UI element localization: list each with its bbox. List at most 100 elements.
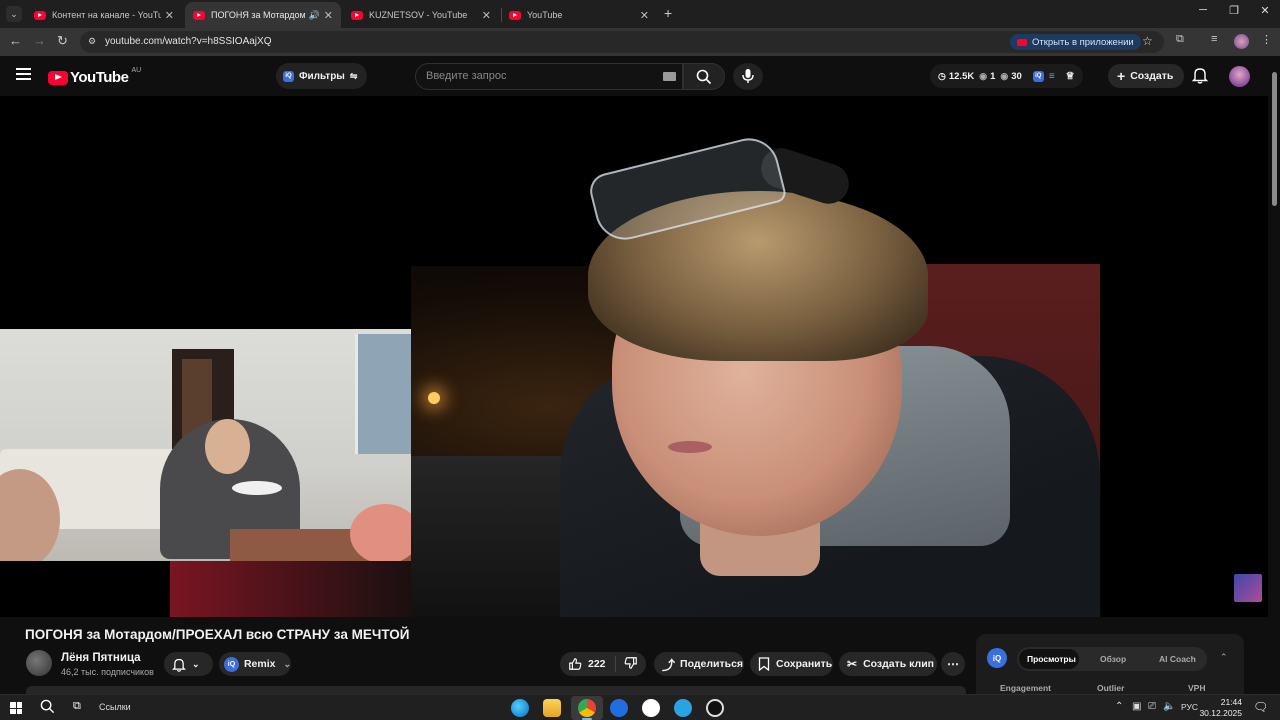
- clip-label: Создать клип: [863, 658, 935, 670]
- tab-search-button[interactable]: ⌄: [6, 6, 22, 22]
- close-tab-icon[interactable]: ✕: [165, 9, 174, 22]
- browser-tab-youtube[interactable]: YouTube ✕: [501, 2, 657, 28]
- save-button[interactable]: Сохранить: [750, 652, 833, 676]
- youtube-logo[interactable]: YouTube AU: [48, 67, 141, 86]
- collapse-panel-icon[interactable]: ⌃: [1220, 652, 1228, 663]
- youtube-play-icon: [48, 70, 68, 85]
- forward-arrow-icon[interactable]: →: [33, 33, 46, 48]
- address-bar[interactable]: ⚙ youtube.com/watch?v=h8SSIOAajXQ Открыт…: [80, 31, 1164, 53]
- channel-watermark[interactable]: [1234, 574, 1262, 602]
- back-arrow-icon[interactable]: ←: [9, 33, 22, 48]
- profile-avatar[interactable]: [1234, 34, 1249, 49]
- browser-tab-content[interactable]: Контент на канале - YouTube S ✕: [26, 2, 182, 28]
- filters-label: Фильтры: [299, 70, 345, 82]
- tab-ai-coach[interactable]: AI Coach: [1159, 654, 1196, 664]
- create-label: Создать: [1130, 70, 1174, 82]
- youtube-favicon-icon: [351, 10, 363, 20]
- close-tab-icon[interactable]: ✕: [324, 9, 333, 22]
- windows-start-icon[interactable]: [10, 702, 22, 714]
- search-field[interactable]: [415, 63, 683, 90]
- language-indicator[interactable]: РУС: [1181, 702, 1198, 712]
- channel-avatar[interactable]: [26, 650, 52, 676]
- share-arrow-icon: ⤴: [662, 657, 676, 673]
- more-actions-button[interactable]: ⋯: [941, 652, 965, 676]
- clock-date: 30.12.2025: [1199, 708, 1242, 718]
- file-explorer-icon[interactable]: [543, 699, 561, 717]
- notification-center-icon[interactable]: 🗨: [1253, 700, 1268, 714]
- account-avatar[interactable]: [1229, 66, 1250, 87]
- search-button[interactable]: [683, 63, 725, 90]
- search-input[interactable]: [426, 70, 646, 82]
- tab-overview[interactable]: Обзор: [1100, 654, 1126, 664]
- network-icon[interactable]: ⎚: [1148, 701, 1156, 712]
- like-dislike-group: 222: [560, 652, 646, 676]
- close-tab-icon[interactable]: ✕: [640, 9, 649, 22]
- chevron-down-icon: ⌄: [192, 658, 200, 669]
- new-tab-icon[interactable]: +: [664, 5, 672, 21]
- keyboard-icon[interactable]: [663, 72, 676, 81]
- browser-tab-kuznetsov[interactable]: KUZNETSOV - YouTube ✕: [343, 2, 499, 28]
- url-text[interactable]: youtube.com/watch?v=h8SSIOAajXQ: [105, 36, 271, 47]
- audio-playing-icon[interactable]: 🔊: [309, 10, 320, 21]
- reload-icon[interactable]: ↻: [57, 33, 68, 49]
- extension-stats-bar[interactable]: ◷ 12.5K ◉ 1 ◉ 30 iQ ≡ ♕: [930, 64, 1083, 88]
- links-toolbar-label[interactable]: Ссылки: [99, 702, 131, 712]
- list-icon[interactable]: ≡: [1049, 71, 1055, 82]
- tab-views[interactable]: Просмотры: [1027, 654, 1076, 664]
- remix-button[interactable]: iQ Remix ⌄: [219, 652, 291, 676]
- bookmark-icon: [758, 657, 770, 671]
- eye-icon: ◉: [979, 70, 988, 81]
- iq-extension-icon[interactable]: iQ: [1032, 70, 1044, 82]
- tray-chevron-up-icon[interactable]: ⌃: [1115, 701, 1123, 712]
- like-button[interactable]: 222: [560, 657, 606, 671]
- browser-menu-icon[interactable]: ⋮: [1261, 33, 1272, 46]
- edge-browser-icon[interactable]: [511, 699, 529, 717]
- close-window-icon[interactable]: ✕: [1250, 4, 1280, 17]
- volume-icon[interactable]: 🔈: [1163, 701, 1175, 712]
- minimize-window-icon[interactable]: ─: [1188, 4, 1218, 16]
- notifications-bell-icon[interactable]: [1191, 66, 1209, 89]
- taskbar-clock[interactable]: 21:44 30.12.2025: [1198, 697, 1242, 719]
- thumbs-up-icon: [569, 658, 582, 670]
- trophy-icon[interactable]: ♕: [1066, 71, 1075, 82]
- voice-search-button[interactable]: [733, 63, 763, 90]
- video-street-lamp: [428, 392, 440, 404]
- menu-hamburger-icon[interactable]: [16, 68, 31, 80]
- task-view-icon[interactable]: ⧉: [73, 700, 81, 713]
- like-divider: [614, 656, 616, 672]
- iq-extension-icon: iQ: [283, 70, 294, 82]
- dislike-button[interactable]: [624, 656, 638, 673]
- telegram-icon[interactable]: [674, 699, 692, 717]
- remix-label: Remix: [243, 658, 276, 670]
- tab-title: ПОГОНЯ за Мотардом/ПРО: [211, 10, 305, 20]
- create-clip-button[interactable]: ✂ Создать клип: [839, 652, 937, 676]
- windows-taskbar: ⧉ Ссылки ⌃ ▣ ⎚ 🔈 РУС 21:44 30.12.2025 🗨: [0, 694, 1280, 720]
- tray-app-icon[interactable]: ▣: [1132, 701, 1141, 712]
- bookmark-star-icon[interactable]: ☆: [1142, 34, 1153, 48]
- open-in-app-button[interactable]: Открыть в приложении: [1010, 34, 1141, 50]
- subscription-notifications-button[interactable]: ⌄: [164, 652, 213, 676]
- share-label: Поделиться: [680, 658, 744, 670]
- close-tab-icon[interactable]: ✕: [482, 9, 491, 22]
- steam-app-icon[interactable]: [706, 699, 724, 717]
- inset-plate: [232, 481, 282, 495]
- browser-tab-video[interactable]: ПОГОНЯ за Мотардом/ПРО 🔊 ✕: [185, 2, 341, 28]
- filters-button[interactable]: iQ Фильтры ⇋: [276, 63, 368, 89]
- search-icon: [696, 69, 712, 85]
- channel-name[interactable]: Лёня Пятница: [61, 652, 141, 664]
- checkmark-app-icon[interactable]: [610, 699, 628, 717]
- video-player[interactable]: [0, 96, 1268, 617]
- create-button[interactable]: + Создать: [1108, 64, 1185, 88]
- extensions-icon[interactable]: ⧉: [1176, 33, 1184, 46]
- eye-icon: ◉: [1000, 70, 1009, 81]
- thumbs-down-icon: [624, 656, 637, 669]
- site-info-icon[interactable]: ⚙: [88, 36, 96, 47]
- restore-window-icon[interactable]: ❐: [1219, 4, 1249, 17]
- chrome-browser-icon[interactable]: [578, 699, 596, 717]
- scrollbar-thumb[interactable]: [1272, 72, 1277, 206]
- description-box[interactable]: [26, 686, 966, 694]
- taskbar-search-icon[interactable]: [40, 699, 55, 719]
- reading-list-icon[interactable]: ≡: [1211, 33, 1217, 45]
- share-button[interactable]: ⤴ Поделиться: [654, 652, 744, 676]
- yandex-browser-icon[interactable]: [642, 699, 660, 717]
